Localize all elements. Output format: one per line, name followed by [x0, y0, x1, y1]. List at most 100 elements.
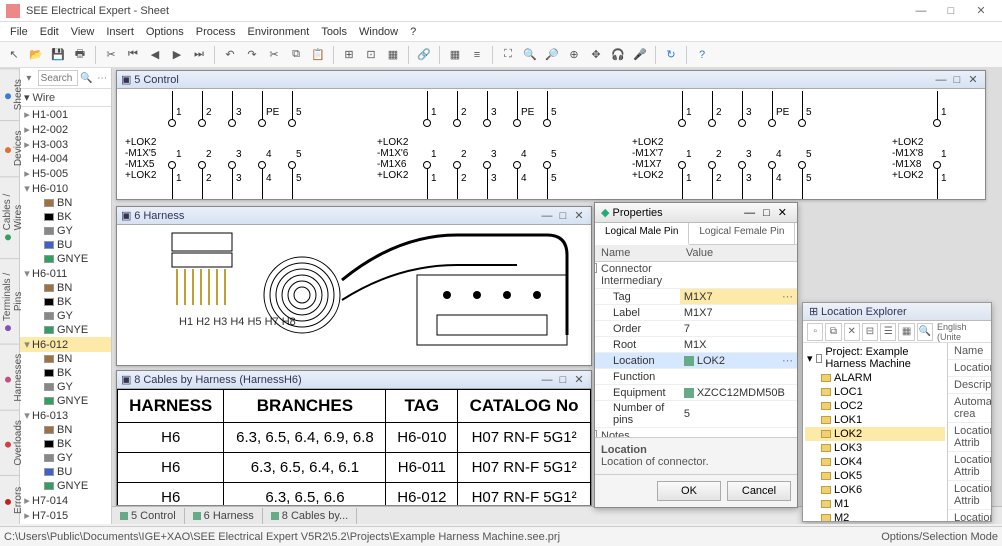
insert3-icon[interactable]: ▦	[383, 45, 403, 65]
doc-min-icon[interactable]: —	[933, 74, 949, 86]
location-explorer[interactable]: ⊞ Location Explorer ▫ ⧉ ✕ ⊟ ☰ ▦ 🔍 Englis…	[802, 302, 992, 522]
tab-logical-female[interactable]: Logical Female Pin	[689, 223, 795, 244]
schematic-canvas[interactable]: +LOK2 -M1X'5 -M1X5 +LOK2+LOK2 -M1X'6 -M1…	[117, 89, 985, 199]
table-row[interactable]: H66.3, 6.5, 6.4, 6.9, 6.8H6-010H07 RN-F …	[118, 423, 591, 453]
loc-del-icon[interactable]: ✕	[844, 323, 860, 341]
loc-item[interactable]: LOK1	[805, 413, 945, 427]
sidetab-overloads[interactable]: Overloads	[0, 410, 19, 475]
location-tree[interactable]: ▾ Project: Example Harness Machine ALARM…	[803, 343, 948, 521]
menu-insert[interactable]: Insert	[100, 24, 140, 40]
loc-item[interactable]: LOK3	[805, 441, 945, 455]
menu-window[interactable]: Window	[353, 24, 404, 40]
prop-row[interactable]: RootM1X	[595, 337, 797, 353]
tree-item[interactable]: ▾H6-012	[20, 337, 111, 352]
tree-item[interactable]: GY	[20, 224, 111, 238]
prev-icon[interactable]: ◀	[145, 45, 165, 65]
close-button[interactable]: ✕	[966, 4, 996, 17]
prop-min-icon[interactable]: —	[740, 207, 759, 219]
loc-item[interactable]: LOK6	[805, 483, 945, 497]
tree-item[interactable]: BU	[20, 238, 111, 252]
search-input[interactable]	[38, 70, 78, 86]
cut2-icon[interactable]: ✂	[264, 45, 284, 65]
harness-canvas[interactable]: H1 H2 H3 H4 H5 H7 H8	[117, 225, 591, 365]
loc-tree-icon[interactable]: ⊟	[862, 323, 878, 341]
open-icon[interactable]: 📂	[26, 45, 46, 65]
cut-icon[interactable]: ✂	[101, 45, 121, 65]
insert1-icon[interactable]: ⊞	[339, 45, 359, 65]
loc-grid-icon[interactable]: ▦	[898, 323, 914, 341]
zoom-fit-icon[interactable]: ⛶	[498, 45, 518, 65]
tree-item[interactable]: ▸H2-002	[20, 122, 111, 137]
doc-min-icon[interactable]: —	[539, 374, 555, 386]
loc-list-icon[interactable]: ☰	[880, 323, 896, 341]
tree-item[interactable]: GY	[20, 309, 111, 323]
menu-view[interactable]: View	[65, 24, 101, 40]
prop-row[interactable]: Order7	[595, 321, 797, 337]
tree-item[interactable]: ▸H3-003	[20, 137, 111, 152]
tree-item[interactable]: BK	[20, 295, 111, 309]
sidetab-devices[interactable]: Devices	[0, 120, 19, 176]
tree-item[interactable]: ▾H6-013	[20, 408, 111, 423]
loc-root[interactable]: ▾ Project: Example Harness Machine	[805, 345, 945, 371]
print-icon[interactable]: 🖶	[70, 45, 90, 65]
ok-button[interactable]: OK	[657, 481, 721, 501]
doc-max-icon[interactable]: □	[949, 74, 965, 86]
help-icon[interactable]: ?	[692, 45, 712, 65]
tree-item[interactable]: GNYE	[20, 394, 111, 408]
prop-max-icon[interactable]: □	[759, 207, 774, 219]
filter-icon[interactable]: ▾	[22, 71, 36, 85]
table-row[interactable]: H66.3, 6.5, 6.6H6-012H07 RN-F 5G1²	[118, 483, 591, 506]
doc-min-icon[interactable]: —	[539, 210, 555, 222]
doc-close-icon[interactable]: ✕	[571, 209, 587, 222]
loc-item[interactable]: LOK4	[805, 455, 945, 469]
doc-close-icon[interactable]: ✕	[965, 73, 981, 86]
layers-icon[interactable]: ≡	[467, 45, 487, 65]
tree-item[interactable]: BU	[20, 465, 111, 479]
loc-item[interactable]: LOC1	[805, 385, 945, 399]
property-grid[interactable]: −Connector IntermediaryTagM1X7 ⋯LabelM1X…	[595, 262, 797, 437]
prop-row[interactable]: Number of pins5	[595, 401, 797, 428]
tree-item[interactable]: ▾H6-010	[20, 181, 111, 196]
menu-environment[interactable]: Environment	[242, 24, 316, 40]
save-icon[interactable]: 💾	[48, 45, 68, 65]
next-icon[interactable]: ▶	[167, 45, 187, 65]
tree-item[interactable]: GY	[20, 451, 111, 465]
doc-tab[interactable]: 5 Control	[112, 508, 185, 524]
menu-tools[interactable]: Tools	[315, 24, 353, 40]
menu-process[interactable]: Process	[190, 24, 242, 40]
loc-lang[interactable]: English (Unite	[937, 322, 987, 342]
tree-root[interactable]: ▾Wire	[20, 89, 111, 107]
copy-icon[interactable]: ⧉	[286, 45, 306, 65]
prop-row[interactable]: LabelM1X7	[595, 305, 797, 321]
tree-item[interactable]: ▸H1-001	[20, 107, 111, 122]
tree-item[interactable]: GY	[20, 380, 111, 394]
tree-item[interactable]: ▸H5-005	[20, 166, 111, 181]
undo-icon[interactable]: ↶	[220, 45, 240, 65]
insert2-icon[interactable]: ⊡	[361, 45, 381, 65]
loc-item[interactable]: ALARM	[805, 371, 945, 385]
search-opt-icon[interactable]: ⋯	[95, 71, 109, 85]
tree-item[interactable]: BK	[20, 366, 111, 380]
loc-find-icon[interactable]: 🔍	[917, 323, 933, 341]
mic-icon[interactable]: 🎤	[630, 45, 650, 65]
doc-tab[interactable]: 6 Harness	[185, 508, 263, 524]
prop-close-icon[interactable]: ✕	[774, 206, 791, 219]
tree-item[interactable]: BN	[20, 196, 111, 210]
sidetab-sheets[interactable]: Sheets	[0, 68, 19, 120]
link-icon[interactable]: 🔗	[414, 45, 434, 65]
loc-item[interactable]: M2	[805, 511, 945, 521]
loc-copy-icon[interactable]: ⧉	[825, 323, 841, 341]
sidetab-errors[interactable]: Errors	[0, 475, 19, 524]
cancel-button[interactable]: Cancel	[727, 481, 791, 501]
prop-row[interactable]: EquipmentXZCC12MDM50B	[595, 385, 797, 401]
sidetab-cables-wires[interactable]: Cables / Wires	[0, 176, 19, 257]
tab-logical-male[interactable]: Logical Male Pin	[595, 223, 689, 245]
first-icon[interactable]: ⏮	[123, 45, 143, 65]
prop-row[interactable]: TagM1X7 ⋯	[595, 289, 797, 305]
minimize-button[interactable]: —	[906, 5, 936, 17]
tree-item[interactable]: BN	[20, 423, 111, 437]
tree-item[interactable]: GNYE	[20, 252, 111, 266]
loc-item[interactable]: LOK5	[805, 469, 945, 483]
tree-item[interactable]: BN	[20, 352, 111, 366]
paste-icon[interactable]: 📋	[308, 45, 328, 65]
